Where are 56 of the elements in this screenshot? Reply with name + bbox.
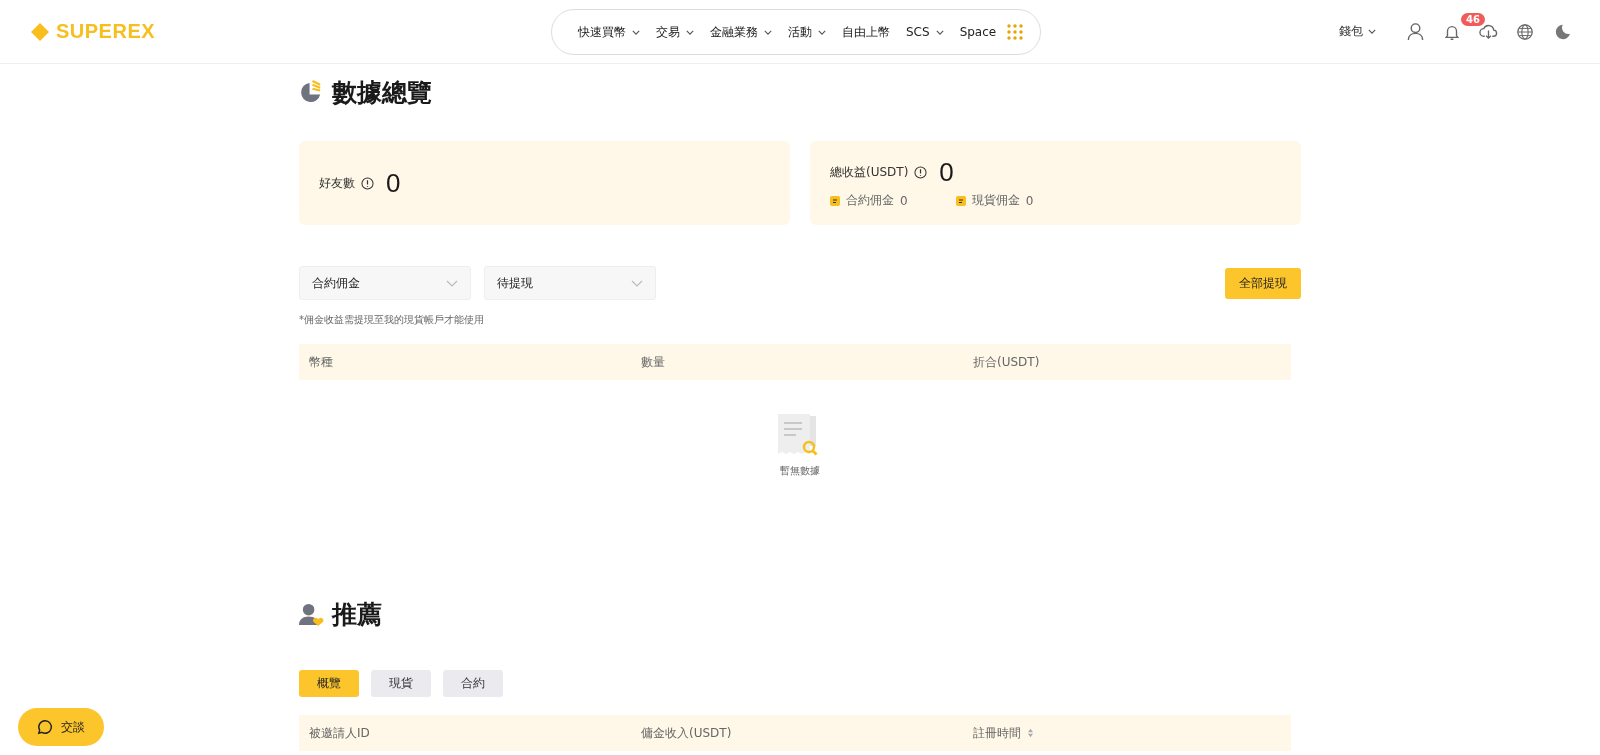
chat-button[interactable]: 交談 — [18, 708, 104, 746]
user-icon — [1406, 22, 1425, 41]
column-header: 數量 — [641, 353, 666, 371]
nav-item[interactable]: 自由上幣 — [836, 19, 896, 45]
commission-value: 0 — [1025, 193, 1034, 208]
tab[interactable]: 概覽 — [299, 670, 359, 697]
stat-label: 好友數 — [319, 174, 355, 192]
caret-icon — [686, 29, 694, 35]
note-icon — [830, 195, 840, 206]
chevron-down-icon — [631, 279, 643, 287]
user-heart-icon — [299, 601, 324, 627]
wallet-menu[interactable]: 錢包 — [1333, 22, 1382, 41]
note-text: *佣金收益需提現至我的現貨帳戶才能使用 — [299, 313, 485, 327]
column-header: 註冊時間 — [973, 724, 1021, 742]
stat-label: 總收益(USDT) — [830, 164, 909, 181]
cloud-download-icon — [1479, 22, 1498, 41]
stat-value: 0 — [939, 157, 954, 188]
logo-text: SUPEREX — [56, 20, 156, 43]
nav-item[interactable]: 快速買幣 — [572, 19, 646, 45]
caret-icon — [1368, 29, 1376, 34]
chevron-down-icon — [446, 279, 458, 287]
column-header: 被邀請人ID — [309, 724, 370, 742]
dropdown-select[interactable]: 待提現 — [484, 266, 656, 300]
nav-item[interactable]: 交易 — [650, 19, 700, 45]
stat-value: 0 — [386, 167, 401, 199]
caret-icon — [632, 29, 640, 35]
column-header: 傭金收入(USDT) — [641, 724, 732, 742]
caret-icon — [935, 29, 944, 35]
diamond-logo-icon — [30, 21, 50, 42]
nav-item[interactable]: 活動 — [782, 19, 832, 45]
globe-icon — [1516, 22, 1534, 41]
language-button[interactable] — [1516, 22, 1534, 41]
tab[interactable]: 現貨 — [371, 670, 431, 697]
empty-state-text: 暫無數據 — [780, 464, 820, 478]
commission-value: 0 — [900, 193, 908, 208]
withdraw-all-button[interactable]: 全部提現 — [1225, 267, 1301, 299]
speech-bubble-icon — [37, 719, 53, 735]
info-icon — [361, 176, 374, 190]
user-button[interactable] — [1406, 22, 1425, 41]
download-button[interactable] — [1479, 22, 1498, 41]
column-header: 幣種 — [309, 353, 334, 371]
commission-label: 合約佣金 — [846, 192, 894, 209]
column-header: 折合(USDT) — [973, 353, 1041, 371]
caret-icon — [764, 29, 772, 35]
tab[interactable]: 合約 — [443, 670, 503, 697]
nav-item[interactable]: 金融業務 — [704, 19, 778, 45]
nav-item[interactable]: Space — [953, 21, 1003, 43]
section-title: 數據總覽 — [332, 76, 432, 109]
caret-icon — [818, 29, 826, 35]
info-icon — [914, 166, 928, 179]
nav-item[interactable]: SCS — [900, 21, 950, 43]
note-icon — [955, 195, 966, 206]
dropdown-select[interactable]: 合約佣金 — [299, 266, 471, 300]
commission-label: 現貨佣金 — [971, 192, 1020, 209]
notification-badge: 46 — [1461, 12, 1485, 26]
section-title: 推薦 — [332, 598, 382, 631]
